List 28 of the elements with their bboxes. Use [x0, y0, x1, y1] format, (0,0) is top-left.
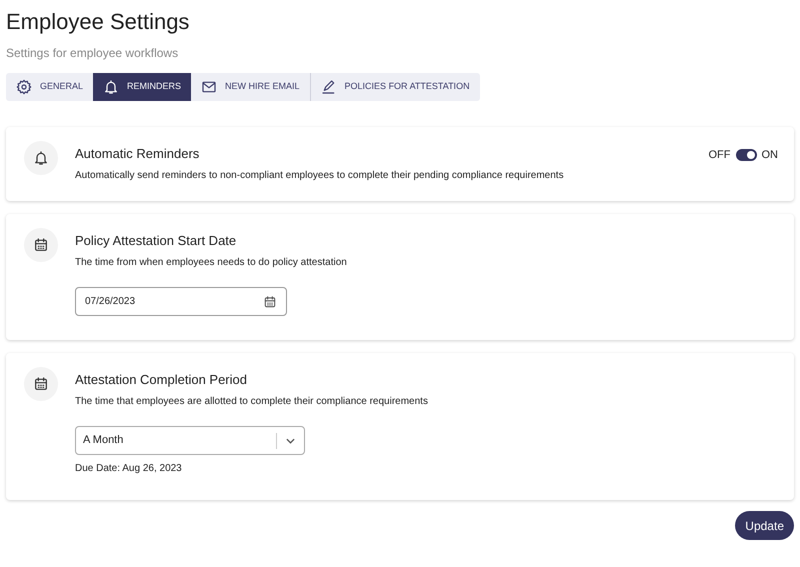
- envelope-icon: [201, 79, 218, 95]
- settings-icon: [16, 79, 32, 95]
- calendar-icon: [33, 376, 49, 392]
- date-field[interactable]: 07/26/2023: [75, 287, 287, 316]
- tab[interactable]: POLICIES FOR ATTESTATION: [310, 73, 480, 101]
- bell-icon: [103, 79, 120, 95]
- section-title: Policy Attestation Start Date: [75, 232, 238, 250]
- section-title: Automatic Reminders: [75, 145, 200, 163]
- bell-icon: [33, 150, 49, 166]
- tab[interactable]: GENERAL: [6, 73, 94, 101]
- page-subtitle: Settings for employee workflows: [6, 45, 180, 61]
- page-title: Employee Settings: [6, 8, 190, 36]
- chevron-down-icon: [286, 438, 295, 444]
- section-title: Attestation Completion Period: [75, 371, 248, 389]
- select-dropdown[interactable]: A Month: [75, 426, 305, 455]
- section-description: The time that employees are allotted to complete their compliance requirements: [75, 395, 429, 409]
- toggle-switch[interactable]: [736, 149, 756, 162]
- tab[interactable]: NEW HIRE EMAIL: [191, 73, 311, 101]
- calendar-icon: [33, 237, 49, 253]
- off-label: OFF: [708, 148, 730, 163]
- update-button[interactable]: Update: [735, 511, 794, 540]
- due-date-text: Due Date: Aug 26, 2023: [75, 462, 183, 476]
- on-label: ON: [762, 148, 778, 163]
- calendar-icon: [263, 294, 277, 308]
- section-description: Automatically send reminders to non-compliant employees to complete their pending compliance requirements: [75, 169, 565, 183]
- tab[interactable]: REMINDERS: [93, 73, 192, 101]
- section-description: The time from when employees needs to do policy attestation: [75, 256, 348, 270]
- pen-icon: [320, 79, 337, 95]
